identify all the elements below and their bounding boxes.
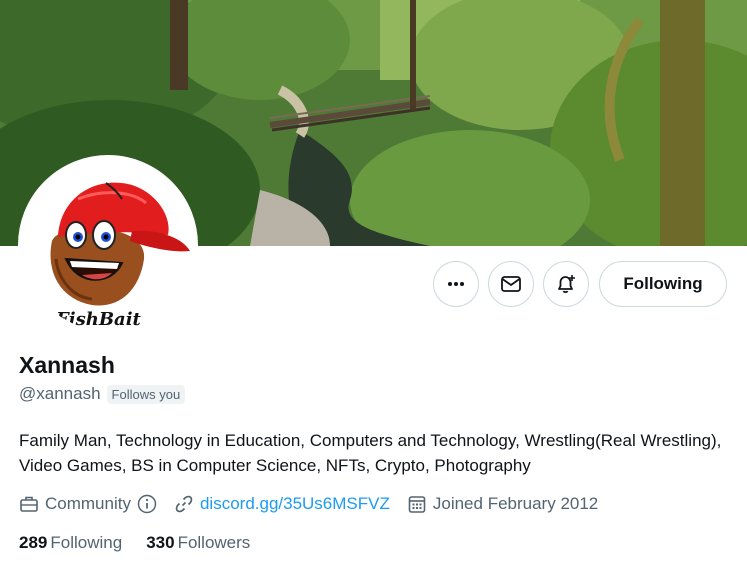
message-button[interactable] <box>488 261 534 307</box>
joined-date: Joined February 2012 <box>432 494 599 513</box>
category-label: Community <box>45 494 131 513</box>
profile-bio: Family Man, Technology in Education, Com… <box>19 431 722 475</box>
bell-plus-icon <box>558 275 575 294</box>
following-count: 289 <box>19 533 48 552</box>
notifications-button[interactable] <box>543 261 589 307</box>
followers-stat-label: Followers <box>177 533 251 552</box>
envelope-icon <box>501 276 521 292</box>
info-icon[interactable] <box>137 494 157 514</box>
website-item[interactable]: discord.gg/35Us6MSFVZ <box>174 494 390 514</box>
website-link[interactable]: discord.gg/35Us6MSFVZ <box>200 494 390 514</box>
svg-text:FishBait: FishBait <box>55 309 142 330</box>
profile-avatar[interactable]: FishBait <box>18 155 198 335</box>
follow-stats: 289 Following 330 Followers <box>19 533 274 553</box>
handle-row: @xannash Follows you <box>19 384 186 404</box>
following-button[interactable]: Following <box>599 261 727 307</box>
more-horizontal-icon <box>448 282 464 286</box>
joined-item: Joined February 2012 <box>407 494 598 514</box>
briefcase-icon <box>20 496 38 512</box>
profile-meta-row: Community discord.gg/35Us6MSFVZ Joined F… <box>19 491 615 517</box>
calendar-icon <box>408 496 426 513</box>
link-icon <box>175 495 193 513</box>
handle: @xannash <box>19 384 101 403</box>
followers-stat[interactable]: 330 Followers <box>146 533 250 553</box>
following-stat-label: Following <box>50 533 123 552</box>
display-name: Xannash <box>19 352 115 378</box>
following-stat[interactable]: 289 Following <box>19 533 122 553</box>
category-item: Community <box>19 494 157 514</box>
more-options-button[interactable] <box>433 261 479 307</box>
follows-you-badge: Follows you <box>106 384 186 404</box>
followers-count: 330 <box>146 533 175 552</box>
